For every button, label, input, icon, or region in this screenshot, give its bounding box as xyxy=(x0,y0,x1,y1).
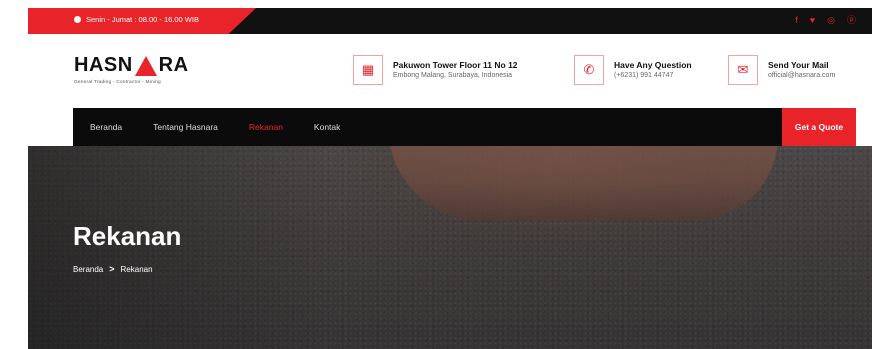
top-bar: Senin - Jumat : 08.00 - 16.00 WIB f ♥ ◎ … xyxy=(28,8,872,34)
nav-item-tentang[interactable]: Tentang Hasnara xyxy=(153,122,218,132)
nav-item-rekanan[interactable]: Rekanan xyxy=(249,122,283,132)
logo-tagline: General Trading - Contractor - Mining xyxy=(74,80,161,85)
mail-title: Send Your Mail xyxy=(768,59,829,70)
breadcrumb-separator: > xyxy=(109,264,115,274)
nav-item-kontak[interactable]: Kontak xyxy=(314,122,340,132)
site-header: HASN RA General Trading - Contractor - M… xyxy=(28,34,872,108)
phone-number[interactable]: (+6231) 991 44747 xyxy=(614,71,692,81)
logo[interactable]: HASN RA General Trading - Contractor - M… xyxy=(74,54,189,85)
get-quote-button[interactable]: Get a Quote xyxy=(782,108,856,146)
logo-text-right: RA xyxy=(158,54,189,76)
instagram-icon[interactable]: ◎ xyxy=(827,15,835,26)
page: Senin - Jumat : 08.00 - 16.00 WIB f ♥ ◎ … xyxy=(0,0,872,349)
facebook-icon[interactable]: f xyxy=(795,15,798,26)
mail-info: ✉ Send Your Mail official@hasnara.com xyxy=(728,55,835,85)
logo-triangle-icon xyxy=(134,55,157,76)
address-title: Pakuwon Tower Floor 11 No 12 xyxy=(393,59,518,70)
mail-address[interactable]: official@hasnara.com xyxy=(768,71,835,81)
opening-hours: Senin - Jumat : 08.00 - 16.00 WIB xyxy=(74,15,199,24)
mail-icon: ✉ xyxy=(728,55,758,85)
opening-hours-text: Senin - Jumat : 08.00 - 16.00 WIB xyxy=(86,15,199,24)
page-hero: Rekanan Beranda > Rekanan xyxy=(28,146,872,349)
page-title: Rekanan xyxy=(73,221,182,251)
twitter-icon[interactable]: ♥ xyxy=(810,15,815,26)
building-icon: ▦ xyxy=(353,55,383,85)
phone-icon: ✆ xyxy=(574,55,604,85)
phone-info: ✆ Have Any Question (+6231) 991 44747 xyxy=(574,55,692,85)
address-subtitle: Embong Malang, Surabaya, Indonesia xyxy=(393,71,513,79)
phone-title: Have Any Question xyxy=(614,59,692,70)
pinterest-icon[interactable]: ⓟ xyxy=(847,15,856,26)
clock-icon xyxy=(74,16,81,23)
breadcrumb-current: Rekanan xyxy=(120,264,153,274)
hero-hand-image xyxy=(388,146,778,221)
breadcrumb: Beranda > Rekanan xyxy=(73,264,153,274)
address-info: ▦ Pakuwon Tower Floor 11 No 12 Embong Ma… xyxy=(353,55,518,85)
breadcrumb-home[interactable]: Beranda xyxy=(73,265,103,274)
social-links: f ♥ ◎ ⓟ xyxy=(795,15,856,26)
logo-wordmark: HASN RA xyxy=(74,54,189,77)
main-nav: Beranda Tentang Hasnara Rekanan Kontak G… xyxy=(73,108,856,146)
logo-text-left: HASN xyxy=(74,54,133,76)
nav-item-beranda[interactable]: Beranda xyxy=(90,122,122,132)
